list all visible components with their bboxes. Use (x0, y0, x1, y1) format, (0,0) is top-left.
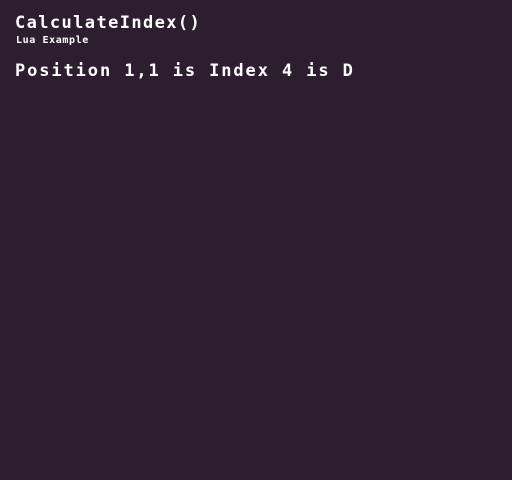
function-title: CalculateIndex() (15, 13, 202, 33)
game-screen: CalculateIndex() Lua Example Position 1,… (0, 0, 512, 480)
result-text: Position 1,1 is Index 4 is D (15, 61, 355, 81)
example-subtitle: Lua Example (16, 35, 89, 46)
